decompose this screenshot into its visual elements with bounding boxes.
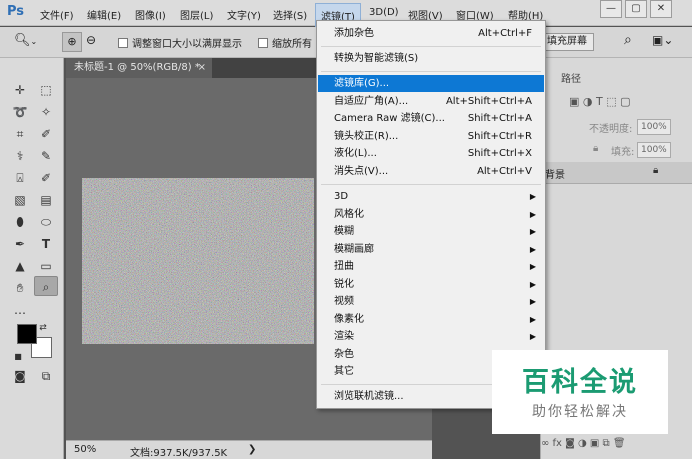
menu-select[interactable]: 选择(S) bbox=[273, 7, 307, 22]
opacity-input[interactable]: 100% bbox=[637, 119, 671, 135]
crop-icon[interactable]: ⌗ bbox=[8, 124, 32, 144]
gradient-icon[interactable]: ▤ bbox=[34, 190, 58, 210]
minimize-button[interactable]: — bbox=[600, 0, 622, 18]
status-bar: 50% 文档:937.5K/937.5K ❯ bbox=[66, 440, 432, 459]
document-tab[interactable]: 未标题-1 @ 50%(RGB/8) * × bbox=[66, 58, 212, 78]
zoom-all-label: 缩放所有 bbox=[272, 39, 312, 50]
menu-edit[interactable]: 编辑(E) bbox=[87, 7, 121, 22]
workspace-switcher-icon[interactable]: ▣⌄ bbox=[652, 33, 673, 47]
lasso-icon[interactable]: ➰ bbox=[8, 102, 32, 122]
video-item[interactable]: 视频 ▶ bbox=[318, 293, 544, 310]
lock-icons[interactable]: 🔒︎ bbox=[593, 143, 598, 154]
opacity-label: 不透明度: bbox=[589, 124, 633, 135]
zoom-level[interactable]: 50% bbox=[74, 444, 96, 455]
layer-actions[interactable]: ∞ fx ◙ ◑ ▣ ⧉ 🗑︎ bbox=[541, 438, 626, 449]
zoom-tool-preset-icon[interactable]: 🔍︎⌄ bbox=[14, 33, 37, 48]
rectangle-icon[interactable]: ▭ bbox=[34, 256, 58, 276]
lens-correction-item[interactable]: 镜头校正(R)... Shift+Ctrl+R bbox=[318, 128, 544, 145]
blur-item[interactable]: 模糊 ▶ bbox=[318, 223, 544, 240]
submenu-arrow-icon: ▶ bbox=[529, 245, 536, 254]
distort-item[interactable]: 扭曲 ▶ bbox=[318, 258, 544, 275]
close-tab-icon[interactable]: × bbox=[198, 58, 206, 78]
blur-icon[interactable]: ⬮ bbox=[8, 212, 32, 232]
brush-icon[interactable]: ✎ bbox=[34, 146, 58, 166]
submenu-arrow-icon: ▶ bbox=[529, 262, 536, 271]
photoshop-logo: Ps bbox=[7, 4, 25, 19]
liquify-item[interactable]: 液化(L)... Shift+Ctrl+X bbox=[318, 145, 544, 162]
marquee-icon[interactable]: ⬚ bbox=[34, 80, 58, 100]
resize-windows-label: 调整窗口大小以满屏显示 bbox=[132, 39, 242, 50]
menu-layer[interactable]: 图层(L) bbox=[180, 7, 213, 22]
camera-raw-item[interactable]: Camera Raw 滤镜(C)... Shift+Ctrl+A bbox=[318, 110, 544, 127]
menu-image[interactable]: 图像(I) bbox=[135, 7, 166, 22]
zoom-in-icon[interactable]: ⊕ bbox=[62, 32, 82, 52]
stylize-item[interactable]: 风格化 ▶ bbox=[318, 206, 544, 223]
paths-tab[interactable]: 路径 bbox=[561, 70, 581, 85]
close-button[interactable]: ✕ bbox=[650, 0, 672, 18]
zoom-out-icon[interactable]: ⊖ bbox=[86, 33, 96, 47]
resize-windows-checkbox[interactable]: 调整窗口大小以满屏显示 bbox=[118, 35, 242, 50]
filter-3d-item[interactable]: 3D ▶ bbox=[318, 188, 544, 205]
menu-type[interactable]: 文字(Y) bbox=[227, 7, 261, 22]
fill-input[interactable]: 100% bbox=[637, 142, 671, 158]
sharpen-item[interactable]: 锐化 ▶ bbox=[318, 276, 544, 293]
hand-icon[interactable]: ✋︎ bbox=[8, 278, 32, 298]
submenu-arrow-icon: ▶ bbox=[529, 280, 536, 289]
history-brush-icon[interactable]: ✐ bbox=[34, 168, 58, 188]
zoom-all-checkbox[interactable]: 缩放所有 bbox=[258, 35, 312, 50]
type-icon[interactable]: T bbox=[34, 234, 58, 254]
eraser-icon[interactable]: ▧ bbox=[8, 190, 32, 210]
noise-canvas[interactable] bbox=[82, 178, 314, 344]
tools-panel: ✛ ⬚ ➰ ✧ ⌗ ✐ ⚕ ✎ ⍓ ✐ ▧ ▤ ⬮ ⬭ ✒ T ▲ ▭ ✋︎ ⌕… bbox=[0, 58, 64, 459]
swap-colors-icon[interactable]: ⇄ bbox=[36, 318, 50, 338]
submenu-arrow-icon: ▶ bbox=[529, 332, 536, 341]
healing-brush-icon[interactable]: ⚕ bbox=[8, 146, 32, 166]
status-menu-arrow-icon[interactable]: ❯ bbox=[248, 444, 256, 455]
path-select-icon[interactable]: ▲ bbox=[8, 256, 32, 276]
pixelate-item[interactable]: 像素化 ▶ bbox=[318, 311, 544, 328]
quick-mask-icon[interactable]: ◙ bbox=[8, 366, 32, 386]
move-icon[interactable]: ✛ bbox=[8, 80, 32, 100]
document-size: 文档:937.5K/937.5K bbox=[130, 448, 228, 459]
screen-mode-icon[interactable]: ⧉ bbox=[34, 366, 58, 386]
background-layer-row[interactable]: 背景 🔒︎ bbox=[541, 162, 692, 184]
zoom-tool-icon[interactable]: ⌕ bbox=[34, 276, 58, 296]
background-layer-name: 背景 bbox=[545, 170, 565, 181]
filter-gallery-item[interactable]: 滤镜库(G)... bbox=[318, 75, 544, 92]
submenu-arrow-icon: ▶ bbox=[529, 210, 536, 219]
pen-icon[interactable]: ✒ bbox=[8, 234, 32, 254]
restore-button[interactable]: ▢ bbox=[625, 0, 647, 18]
render-item[interactable]: 渲染 ▶ bbox=[318, 328, 544, 345]
blur-gallery-item[interactable]: 模糊画廊 ▶ bbox=[318, 241, 544, 258]
eyedropper-icon[interactable]: ✐ bbox=[34, 124, 58, 144]
dodge-icon[interactable]: ⬭ bbox=[34, 212, 58, 232]
lock-icon: 🔒︎ bbox=[653, 165, 659, 176]
convert-smart-filter-item[interactable]: 转换为智能滤镜(S) bbox=[318, 50, 544, 67]
magic-wand-icon[interactable]: ✧ bbox=[34, 102, 58, 122]
submenu-arrow-icon: ▶ bbox=[529, 227, 536, 236]
submenu-arrow-icon: ▶ bbox=[529, 315, 536, 324]
stamp-icon[interactable]: ⍓ bbox=[8, 168, 32, 188]
foreground-color-swatch[interactable] bbox=[17, 324, 37, 344]
adaptive-wide-angle-item[interactable]: 自适应广角(A)... Alt+Shift+Ctrl+A bbox=[318, 93, 544, 110]
filter-last-noise-item[interactable]: 添加杂色 Alt+Ctrl+F bbox=[318, 25, 544, 42]
more-tools-icon[interactable]: … bbox=[8, 300, 32, 320]
watermark-logo: 百科全说 助你轻松解决 bbox=[492, 350, 668, 434]
search-icon[interactable]: ⌕ bbox=[624, 32, 632, 48]
fill-screen-button[interactable]: 填充屏幕 bbox=[540, 33, 594, 51]
watermark-title: 百科全说 bbox=[522, 367, 638, 398]
watermark-subtitle: 助你轻松解决 bbox=[532, 404, 628, 420]
vanishing-point-item[interactable]: 消失点(V)... Alt+Ctrl+V bbox=[318, 163, 544, 180]
document-tab-title: 未标题-1 @ 50%(RGB/8) * bbox=[74, 62, 200, 73]
layer-filter-icons[interactable]: ▣ ◑ T ⬚ ▢ bbox=[569, 95, 630, 108]
submenu-arrow-icon: ▶ bbox=[529, 297, 536, 306]
submenu-arrow-icon: ▶ bbox=[529, 192, 536, 201]
menu-3d[interactable]: 3D(D) bbox=[369, 7, 399, 18]
menu-file[interactable]: 文件(F) bbox=[40, 7, 74, 22]
fill-label: 填充: bbox=[611, 147, 635, 158]
default-colors-icon[interactable]: ■ bbox=[12, 347, 24, 367]
